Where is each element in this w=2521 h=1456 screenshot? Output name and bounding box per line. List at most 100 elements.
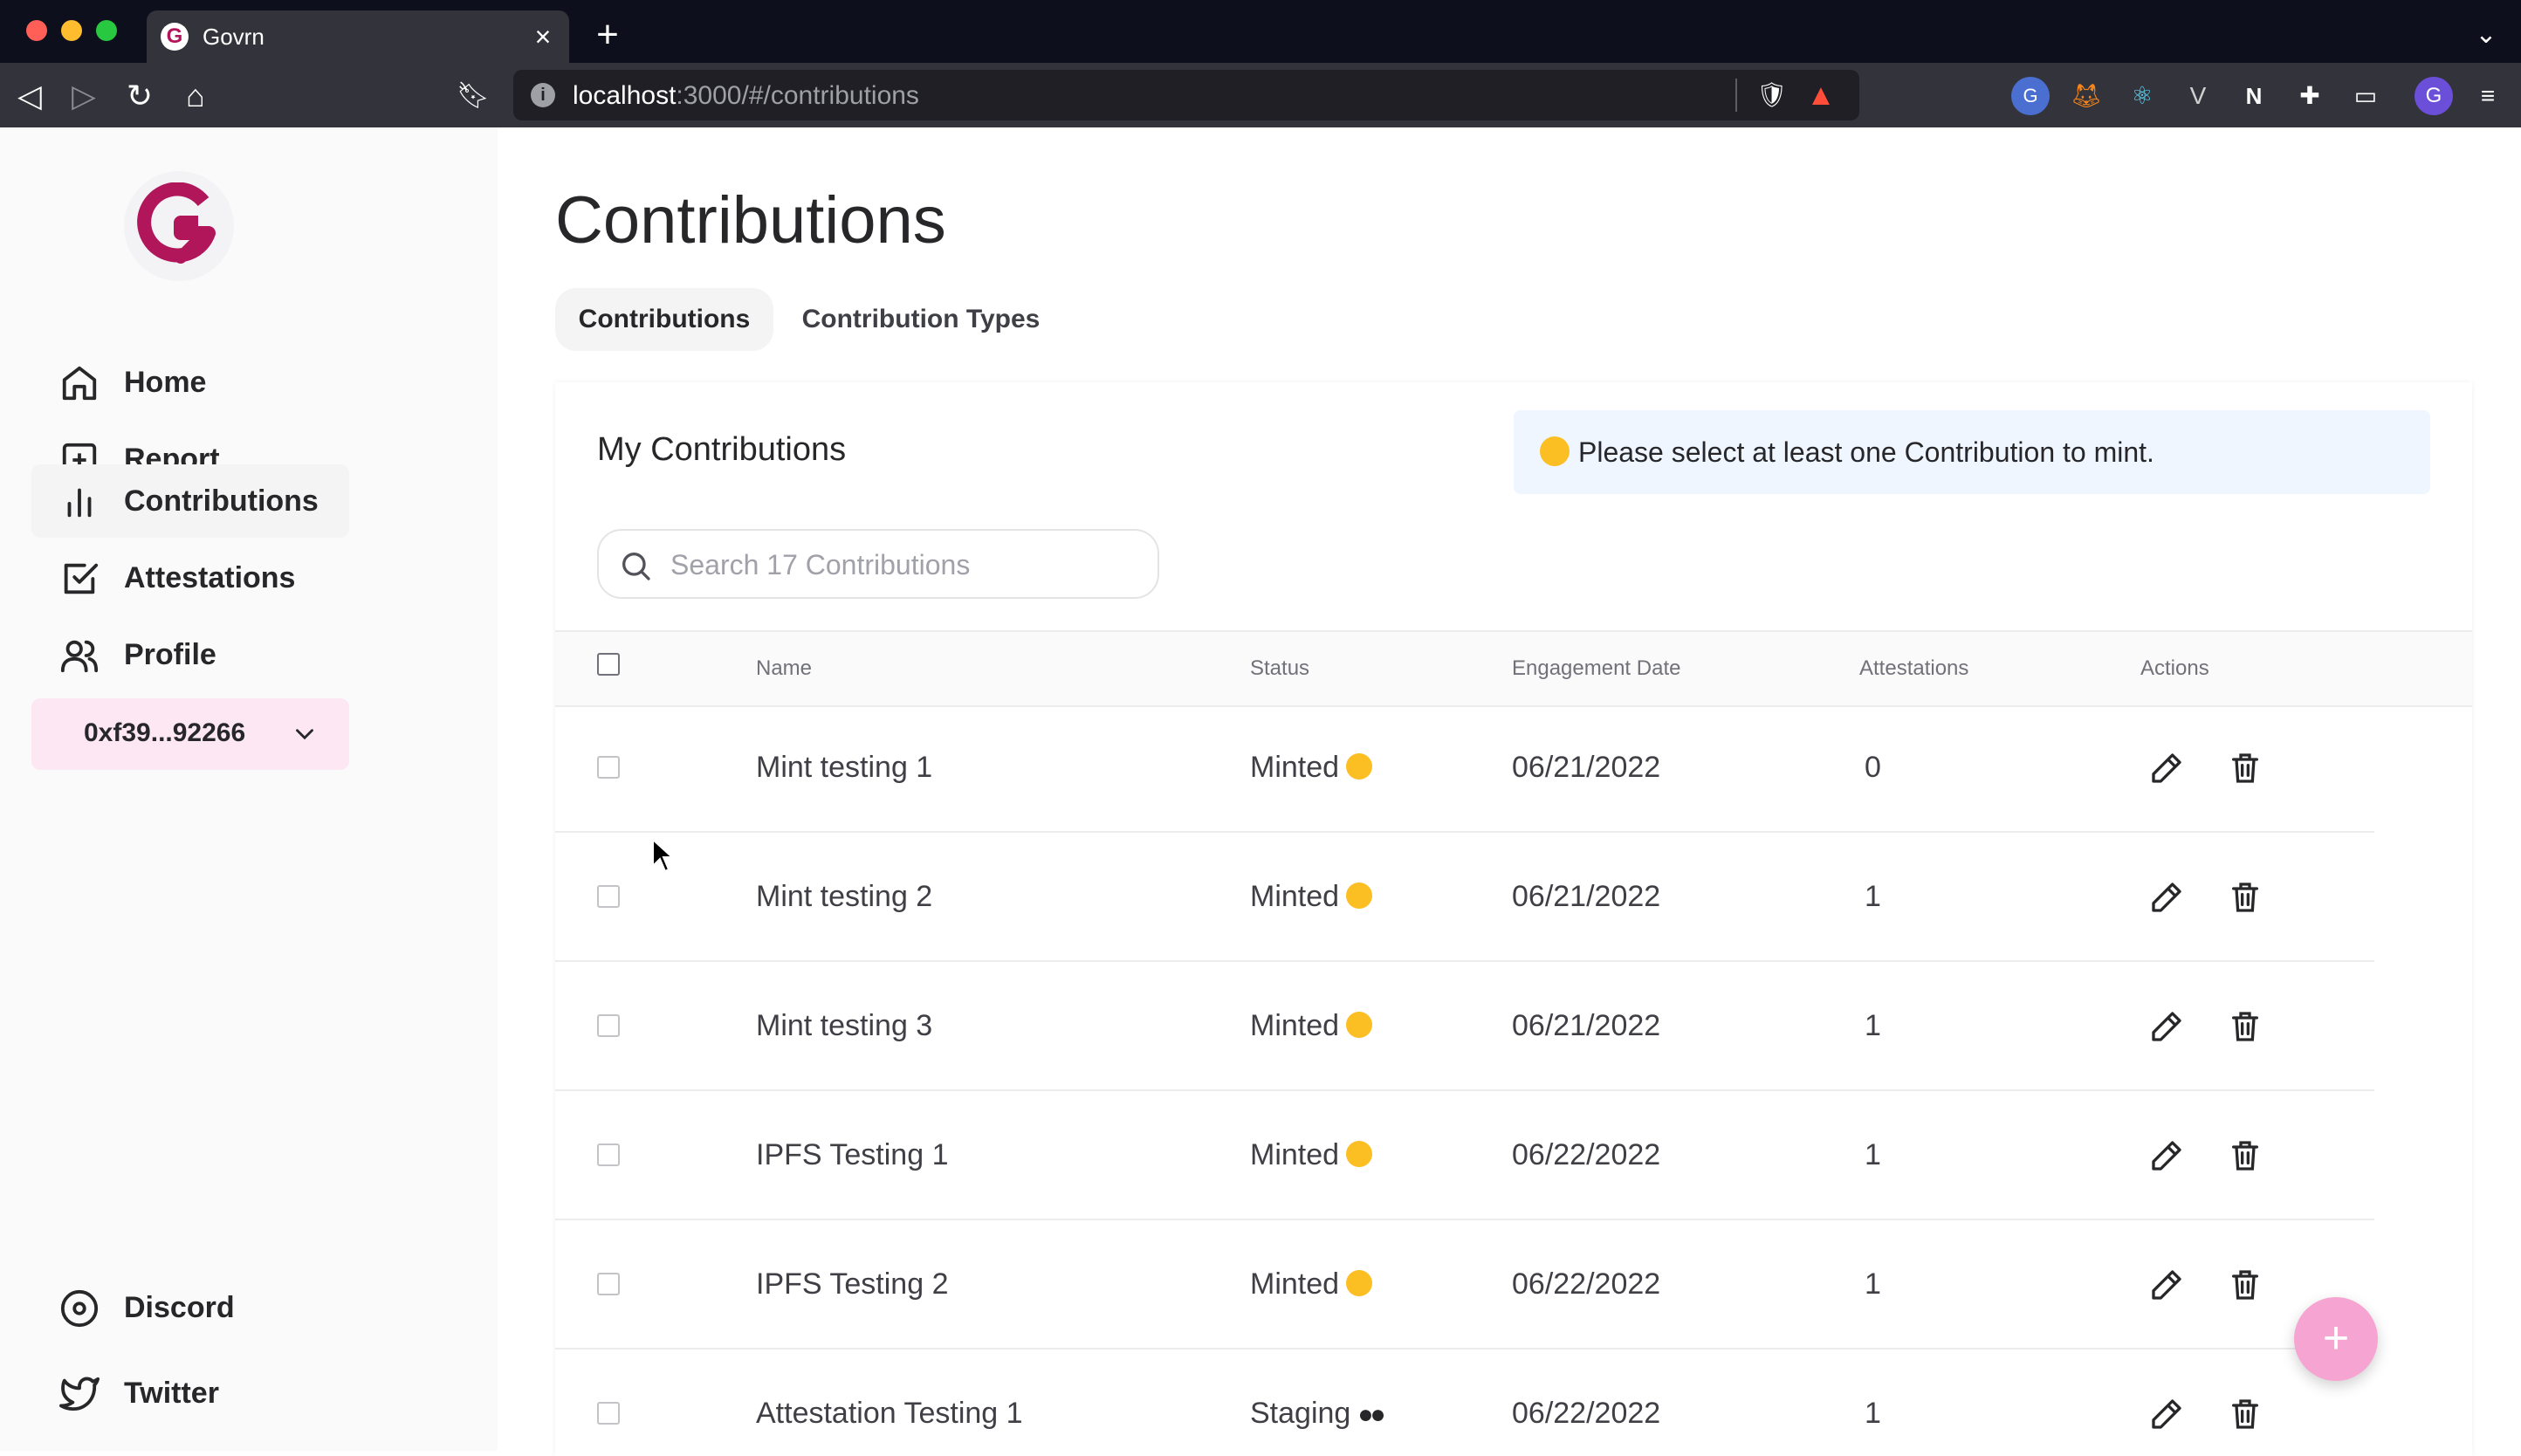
table-row[interactable]: Mint testing 1 Minted 06/21/2022 0	[555, 704, 2472, 833]
reload-icon[interactable]: ↻	[119, 75, 161, 117]
table-header: Name Status Engagement Date Attestations…	[555, 630, 2472, 707]
address-bar[interactable]: i localhost:3000/#/contributions 🛡︎ ▲	[513, 70, 1859, 120]
sidebar-item-attestations[interactable]: Attestations	[31, 541, 349, 615]
users-icon	[60, 640, 99, 673]
search-input[interactable]	[669, 543, 1144, 587]
brave-shield-icon[interactable]: 🛡︎	[1756, 80, 1788, 110]
sidebar-item-label: Discord	[124, 1291, 235, 1324]
home-browser-icon[interactable]: ⌂	[175, 75, 216, 117]
wallet-icon[interactable]: ▭	[2346, 77, 2385, 115]
extension-icon[interactable]: G	[2011, 77, 2050, 115]
sidebar: Home Report Contributions Attestations P…	[0, 127, 498, 1451]
notion-icon[interactable]: N	[2235, 77, 2273, 115]
extensions-puzzle-icon[interactable]: ✚	[2291, 77, 2329, 115]
row-status: Minted	[1250, 878, 1373, 915]
delete-trash-icon[interactable]	[2228, 880, 2263, 915]
column-header-actions: Actions	[2140, 656, 2209, 680]
url-host: localhost	[573, 81, 677, 110]
bookmark-icon[interactable]: 🔖︎	[452, 75, 494, 117]
row-engagement-date: 06/21/2022	[1512, 1009, 1661, 1042]
sidebar-item-label: Profile	[124, 638, 216, 671]
table-row[interactable]: Attestation Testing 1 Staging ●● 06/22/20…	[555, 1350, 2472, 1446]
sidebar-item-contributions[interactable]: Contributions	[31, 464, 349, 538]
row-checkbox[interactable]	[597, 756, 620, 779]
row-status: Minted	[1250, 749, 1373, 786]
column-header-status[interactable]: Status	[1250, 655, 1309, 683]
react-devtools-icon[interactable]: ⚛	[2123, 77, 2161, 115]
table-row[interactable]: Mint testing 3 Minted 06/21/2022 1	[555, 962, 2472, 1091]
slight-smile-emoji-icon	[1346, 883, 1373, 909]
sidebar-item-profile[interactable]: Profile	[31, 618, 349, 691]
forward-icon[interactable]: ▷	[63, 75, 105, 117]
check-square-icon	[64, 563, 99, 594]
row-name: Mint testing 2	[756, 880, 933, 913]
row-status-text: Minted	[1250, 751, 1340, 784]
window-close-button[interactable]	[26, 20, 47, 41]
row-status-text: Minted	[1250, 1009, 1340, 1042]
vue-devtools-icon[interactable]: V	[2179, 77, 2217, 115]
row-checkbox[interactable]	[597, 1402, 620, 1425]
edit-pencil-icon[interactable]	[2149, 880, 2184, 915]
row-engagement-date: 06/22/2022	[1512, 1397, 1661, 1430]
row-name: Attestation Testing 1	[756, 1397, 1023, 1430]
eyes-emoji-icon: ●●	[1357, 1400, 1385, 1429]
row-checkbox[interactable]	[597, 1144, 620, 1166]
window-maximize-button[interactable]	[96, 20, 117, 41]
delete-trash-icon[interactable]	[2228, 751, 2263, 786]
edit-pencil-icon[interactable]	[2149, 1138, 2184, 1173]
delete-trash-icon[interactable]	[2228, 1267, 2263, 1302]
row-checkbox[interactable]	[597, 1273, 620, 1295]
delete-trash-icon[interactable]	[2228, 1397, 2263, 1432]
tab-list-chevron-icon[interactable]: ⌄	[2469, 17, 2504, 52]
search-box[interactable]	[597, 529, 1159, 599]
table-row[interactable]: IPFS Testing 1 Minted 06/22/2022 1	[555, 1091, 2472, 1220]
window-minimize-button[interactable]	[61, 20, 82, 41]
govrn-logo[interactable]	[124, 171, 234, 281]
column-header-name[interactable]: Name	[756, 655, 812, 683]
govrn-logo-icon	[137, 182, 216, 264]
sidebar-item-label: Home	[124, 366, 207, 399]
browser-menu-icon[interactable]: ≡	[2470, 77, 2505, 115]
chevron-down-icon	[296, 729, 313, 740]
edit-pencil-icon[interactable]	[2149, 751, 2184, 786]
url-separator	[1735, 79, 1737, 112]
table-row[interactable]: Mint testing 2 Minted 06/21/2022 1	[555, 833, 2472, 962]
notice-text: Please select at least one Contribution …	[1578, 436, 2154, 468]
edit-pencil-icon[interactable]	[2149, 1009, 2184, 1044]
wallet-dropdown[interactable]: 0xf39...92266	[31, 698, 349, 770]
tab-contribution-types[interactable]: Contribution Types	[786, 288, 1056, 351]
row-checkbox[interactable]	[597, 885, 620, 908]
column-header-attestations[interactable]: Attestations	[1859, 655, 1968, 683]
sidebar-item-twitter[interactable]: Twitter	[31, 1356, 349, 1430]
row-checkbox[interactable]	[597, 1014, 620, 1037]
row-engagement-date: 06/21/2022	[1512, 751, 1661, 784]
site-info-icon[interactable]: i	[531, 83, 555, 107]
column-header-engagement-date[interactable]: Engagement Date	[1512, 655, 1680, 683]
select-all-checkbox[interactable]	[597, 653, 620, 676]
row-status: Minted	[1250, 1266, 1373, 1302]
tab-title: Govrn	[203, 24, 264, 50]
brave-rewards-icon[interactable]: ▲	[1803, 79, 1838, 112]
row-status-text: Minted	[1250, 1138, 1340, 1171]
url-path: :3000/#/contributions	[676, 81, 919, 110]
new-tab-button[interactable]: +	[587, 14, 629, 56]
row-status: Minted	[1250, 1007, 1373, 1044]
delete-trash-icon[interactable]	[2228, 1009, 2263, 1044]
browser-tab[interactable]: G Govrn ×	[147, 10, 569, 63]
metamask-icon[interactable]: 🦊︎	[2067, 77, 2105, 115]
add-contribution-button[interactable]: +	[2294, 1297, 2378, 1381]
sidebar-item-discord[interactable]: Discord	[31, 1271, 349, 1344]
back-icon[interactable]: ◁	[9, 75, 51, 117]
tab-contributions[interactable]: Contributions	[555, 288, 773, 351]
edit-pencil-icon[interactable]	[2149, 1267, 2184, 1302]
edit-pencil-icon[interactable]	[2149, 1397, 2184, 1432]
url-text: localhost:3000/#/contributions	[573, 82, 919, 110]
row-name: IPFS Testing 1	[756, 1138, 949, 1171]
discord-icon	[60, 1289, 99, 1328]
tab-close-icon[interactable]: ×	[525, 19, 560, 54]
profile-avatar-icon[interactable]: G	[2415, 77, 2453, 115]
sidebar-item-home[interactable]: Home	[31, 346, 349, 419]
table-row[interactable]: IPFS Testing 2 Minted 06/22/2022 1	[555, 1220, 2472, 1350]
delete-trash-icon[interactable]	[2228, 1138, 2263, 1173]
row-status-text: Minted	[1250, 1267, 1340, 1301]
